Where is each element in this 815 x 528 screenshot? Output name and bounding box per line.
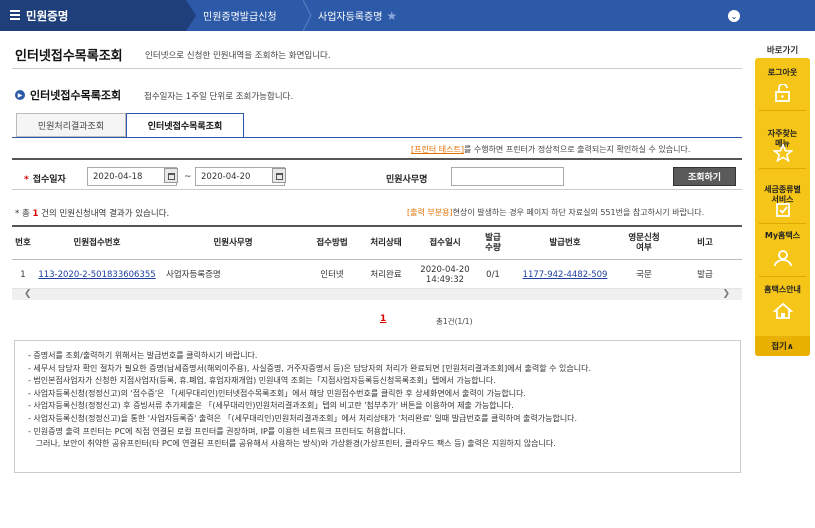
column-header: 민원사무명 [160, 225, 306, 260]
guide-line: - 세무서 담당자 확인 절차가 필요한 증명(납세증명서(해외이주용), 사실… [28, 363, 592, 373]
print-notice: [출력 부분용]현상이 발생하는 경우 페이지 하단 자료실의 551번을 참고… [407, 208, 705, 217]
guide-line: - 사업자등록신청(정정신고)의 '접수증'은 「(세무대리인)인터넷접수목록조… [28, 388, 526, 398]
tab-result-inquiry[interactable]: 민원처리결과조회 [16, 113, 126, 137]
home-icon [773, 302, 793, 319]
menu-button[interactable]: 민원증명 [0, 0, 186, 31]
date-range-separator: ~ [184, 172, 192, 182]
chevron-down-icon[interactable]: ⌄ [728, 10, 740, 22]
table-row: 1 113-2020-2-501833606355 사업자등록증명 인터넷 처리… [12, 259, 742, 292]
printer-test-notice: [프린터 테스트]를 수행하면 프린터가 정상적으로 출력되는지 확인하실 수 … [411, 145, 691, 154]
page-link-current[interactable]: 1 [380, 314, 386, 324]
results-table: 번호 민원접수번호 민원사무명 접수방법 처리상태 접수일시 발급 수량 발급번… [12, 225, 742, 292]
checkbox-icon [776, 203, 790, 217]
column-header: 민원접수번호 [34, 225, 160, 260]
calendar-icon[interactable] [164, 168, 178, 183]
divider [759, 223, 806, 224]
hamburger-icon [10, 10, 20, 20]
guide-line: 그러나, 보안이 취약한 공유프린터(타 PC에 연결된 프린터를 공유해서 사… [28, 439, 556, 449]
column-header: 발급 수량 [476, 225, 510, 260]
guide-line: - 민원증명 출력 프린터는 PC에 직접 연결된 로컬 프린터를 권장하며, … [28, 426, 406, 436]
office-name-input[interactable] [451, 167, 564, 186]
breadcrumb-item-issue[interactable]: 민원증명발급신청 [203, 0, 277, 31]
quick-menu-my-hometax[interactable]: My홈택스 [755, 231, 810, 241]
scroll-right-icon[interactable]: ❯ [722, 289, 730, 299]
star-icon [773, 144, 793, 162]
tab-underline [12, 137, 742, 138]
result-count: * 총 1 건의 민원신청내역 결과가 있습니다. [15, 209, 170, 219]
logout-icon [775, 84, 790, 102]
breadcrumb-item-business-cert[interactable]: 사업자등록증명 ★ [318, 0, 397, 31]
column-header: 접수일시 [414, 225, 476, 260]
breadcrumb-separator-icon [186, 0, 196, 31]
top-navigation-bar: 민원증명 민원증명발급신청 사업자등록증명 ★ ⌄ [0, 0, 815, 31]
horizontal-scrollbar[interactable]: ❮ ❯ [12, 288, 742, 300]
process-status: 처리완료 [358, 259, 414, 292]
guide-line: - 법인본점사업자가 신청한 지점사업자(등록, 휴.폐업, 휴업자재개업) 민… [28, 376, 496, 386]
english-flag: 국문 [620, 259, 668, 292]
menu-label: 민원증명 [26, 8, 69, 23]
favorite-star-icon[interactable]: ★ [386, 9, 397, 23]
page-total: 총1건(1/1) [436, 317, 473, 326]
page-description: 인터넷으로 신청한 민원내역을 조회하는 화면입니다. [145, 51, 331, 61]
search-panel: * 접수일자 2020-04-18 ~ 2020-04-20 민원사무명 조회하기 [12, 158, 742, 190]
search-button[interactable]: 조회하기 [673, 167, 736, 186]
quick-menu-title: 바로가기 [766, 46, 799, 56]
quick-menu: 로그아웃 자주찾는 메뉴 세금종류별 서비스 My홈택스 홈택스안내 접기∧ [755, 58, 810, 356]
column-header: 영문신청 여부 [620, 225, 668, 260]
column-header: 접수방법 [306, 225, 358, 260]
office-label: 민원사무명 [386, 175, 428, 185]
office-name: 사업자등록증명 [160, 259, 306, 292]
guide-line: - 증명서를 조회/출력하기 위해서는 발급번호를 클릭하시기 바랍니다. [28, 351, 258, 360]
required-mark: * [24, 175, 29, 185]
quick-menu-guide[interactable]: 홈택스안내 [755, 285, 810, 295]
page-title: 인터넷접수목록조회 [15, 49, 123, 64]
column-header: 비고 [668, 225, 742, 260]
guide-line: - 사업자등록신청(정정신고)을 통한 '사업자등록증' 출력은 「(세무대리인… [28, 413, 578, 423]
printer-test-link[interactable]: [프린터 테스트] [411, 145, 464, 154]
receipt-datetime: 2020-04-20 14:49:32 [414, 259, 476, 292]
table-header-row: 번호 민원접수번호 민원사무명 접수방법 처리상태 접수일시 발급 수량 발급번… [12, 225, 742, 260]
section-title: ▶ 인터넷접수목록조회 [15, 87, 121, 103]
guide-box: - 증명서를 조회/출력하기 위해서는 발급번호를 클릭하시기 바랍니다. - … [14, 340, 741, 473]
receipt-method: 인터넷 [306, 259, 358, 292]
column-header: 처리상태 [358, 225, 414, 260]
section-description: 접수일자는 1주일 단위로 조회가능합니다. [144, 92, 294, 102]
divider [759, 110, 806, 111]
divider [759, 168, 806, 169]
quick-menu-logout[interactable]: 로그아웃 [755, 68, 810, 78]
calendar-icon[interactable] [272, 168, 286, 183]
issue-quantity: 0/1 [476, 259, 510, 292]
scroll-left-icon[interactable]: ❮ [24, 289, 32, 299]
divider [12, 68, 742, 69]
column-header: 발급번호 [510, 225, 620, 260]
person-icon [774, 250, 792, 267]
quick-menu-collapse-button[interactable]: 접기∧ [755, 336, 810, 356]
issue-number-link[interactable]: 1177-942-4482-509 [523, 270, 608, 280]
breadcrumb-separator-icon [303, 0, 313, 31]
guide-line: - 사업자등록신청(정정신고) 후 증빙서류 추가제출은 「(세무대리인)민원처… [28, 401, 514, 411]
tab-internet-receipt[interactable]: 인터넷접수목록조회 [126, 113, 244, 138]
row-number: 1 [12, 259, 34, 292]
note: 발급 [668, 259, 742, 292]
column-header: 번호 [12, 225, 34, 260]
date-label: * 접수일자 [24, 175, 66, 185]
divider [759, 276, 806, 277]
receipt-number-link[interactable]: 113-2020-2-501833606355 [38, 270, 155, 280]
arrow-circle-icon: ▶ [15, 90, 25, 100]
